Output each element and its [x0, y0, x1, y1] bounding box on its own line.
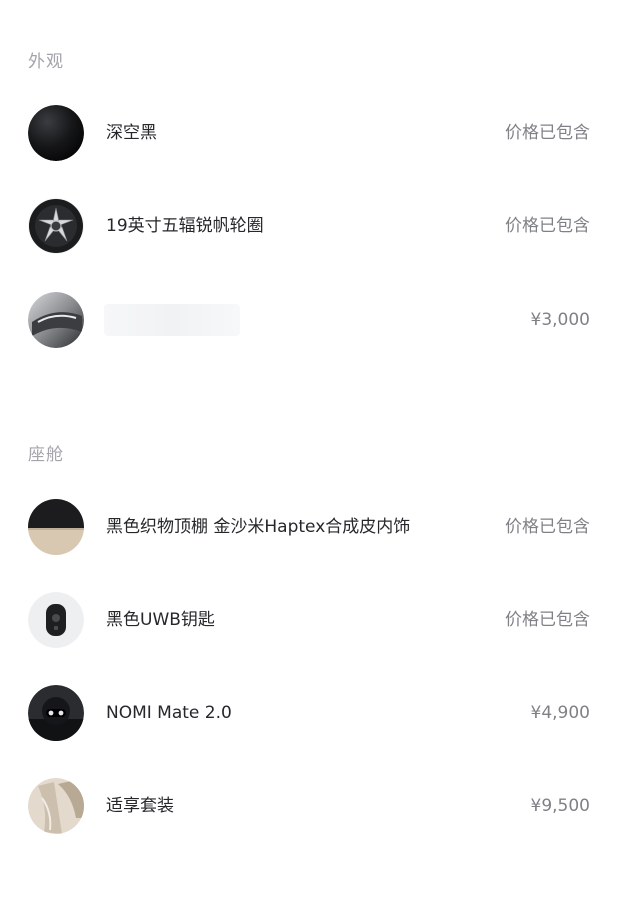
- comfort-seat-icon: [28, 778, 84, 834]
- option-row-nomi[interactable]: NOMI Mate 2.0 ¥4,900: [0, 683, 620, 743]
- option-price: 价格已包含: [505, 517, 590, 537]
- nomi-mate-icon: [28, 685, 84, 741]
- option-name: 19英寸五辐锐帆轮圈: [106, 216, 264, 236]
- option-price: 价格已包含: [505, 610, 590, 630]
- option-row-comfort-package[interactable]: 适享套装 ¥9,500: [0, 776, 620, 836]
- uwb-key-icon: [28, 592, 84, 648]
- sunroof-icon: [28, 292, 84, 348]
- option-price: ¥9,500: [530, 796, 590, 816]
- option-name: 深空黑: [106, 123, 157, 143]
- option-row-paint[interactable]: 深空黑 价格已包含: [0, 103, 620, 163]
- option-price: 价格已包含: [505, 123, 590, 143]
- option-row-interior[interactable]: 黑色织物顶棚 金沙米Haptex合成皮内饰 价格已包含: [0, 497, 620, 557]
- interior-trim-swatch-icon: [28, 499, 84, 555]
- option-row-uwb-key[interactable]: 黑色UWB钥匙 价格已包含: [0, 590, 620, 650]
- option-name: 黑色织物顶棚 金沙米Haptex合成皮内饰: [106, 517, 411, 537]
- option-price: ¥4,900: [530, 703, 590, 723]
- option-name: 黑色UWB钥匙: [106, 610, 215, 630]
- option-name: NOMI Mate 2.0: [106, 703, 232, 723]
- option-name: 适享套装: [106, 796, 174, 816]
- option-price: ¥3,000: [530, 310, 590, 330]
- black-paint-swatch-icon: [28, 105, 84, 161]
- option-name-blurred: [104, 304, 240, 336]
- section-title-cabin: 座舱: [28, 445, 64, 465]
- wheel-rim-icon: [28, 198, 84, 254]
- option-price: 价格已包含: [505, 216, 590, 236]
- section-title-exterior: 外观: [28, 52, 64, 72]
- option-row-sunroof[interactable]: ¥3,000: [0, 290, 620, 350]
- option-row-wheel[interactable]: 19英寸五辐锐帆轮圈 价格已包含: [0, 196, 620, 256]
